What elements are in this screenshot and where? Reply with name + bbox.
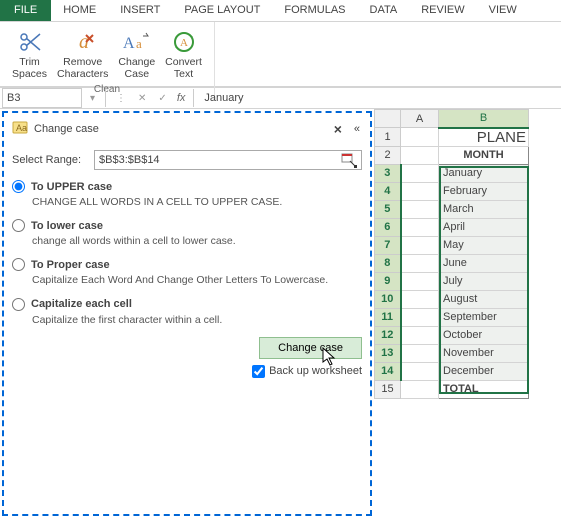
- cell-b13[interactable]: November: [439, 344, 529, 362]
- row-4-header[interactable]: 4: [375, 182, 401, 200]
- remove-characters-label: Remove Characters: [57, 56, 108, 80]
- tab-formulas[interactable]: FORMULAS: [272, 0, 357, 21]
- change-case-pane: Aa Change case × « Select Range: $B$3:$B…: [2, 111, 372, 516]
- change-case-action-button[interactable]: Change case: [259, 337, 362, 359]
- enter-icon[interactable]: ✓: [152, 93, 172, 104]
- worksheet-grid[interactable]: A B 1 PLANE 2 MONTH 3 January 4 February 5 Ma…: [374, 109, 561, 518]
- svg-text:a: a: [79, 31, 89, 53]
- file-tab[interactable]: FILE: [0, 0, 51, 21]
- cell-b6[interactable]: April: [439, 218, 529, 236]
- convert-text-button[interactable]: A Convert Text: [161, 26, 206, 82]
- cell-b1[interactable]: PLANE: [439, 128, 529, 147]
- collapse-icon[interactable]: «: [352, 123, 362, 135]
- namebox-dropdown-icon[interactable]: ▾: [84, 93, 101, 104]
- trim-spaces-label: Trim Spaces: [12, 56, 47, 80]
- range-input[interactable]: $B$3:$B$14: [94, 150, 362, 170]
- tab-page-layout[interactable]: PAGE LAYOUT: [172, 0, 272, 21]
- convert-text-label: Convert Text: [165, 56, 202, 80]
- row-15-header[interactable]: 15: [375, 380, 401, 398]
- svg-text:a: a: [136, 36, 142, 51]
- svg-text:A: A: [180, 37, 188, 49]
- proper-radio[interactable]: [12, 258, 25, 271]
- lower-radio[interactable]: [12, 219, 25, 232]
- range-picker-icon[interactable]: [341, 152, 357, 168]
- pane-icon: Aa: [12, 119, 28, 138]
- row-11-header[interactable]: 11: [375, 308, 401, 326]
- proper-desc: Capitalize Each Word And Change Other Le…: [32, 273, 362, 287]
- row-2-header[interactable]: 2: [375, 146, 401, 164]
- cap-label[interactable]: Capitalize each cell: [31, 298, 132, 310]
- upper-desc: CHANGE ALL WORDS IN A CELL TO UPPER CASE…: [32, 195, 362, 209]
- row-10-header[interactable]: 10: [375, 290, 401, 308]
- tab-review[interactable]: REVIEW: [409, 0, 476, 21]
- change-case-label: Change Case: [118, 56, 155, 80]
- upper-label[interactable]: To UPPER case: [31, 181, 112, 193]
- range-value: $B$3:$B$14: [99, 154, 160, 166]
- row-3-header[interactable]: 3: [375, 164, 401, 182]
- formula-dots-icon: ⋮: [110, 93, 132, 104]
- tab-insert[interactable]: INSERT: [108, 0, 172, 21]
- tab-data[interactable]: DATA: [358, 0, 410, 21]
- cell-b2[interactable]: MONTH: [439, 146, 529, 164]
- svg-text:A: A: [123, 35, 135, 52]
- row-6-header[interactable]: 6: [375, 218, 401, 236]
- cap-desc: Capitalize the first character within a …: [32, 313, 362, 327]
- cell-b11[interactable]: September: [439, 308, 529, 326]
- change-case-button[interactable]: Aa Change Case: [114, 26, 159, 82]
- cell-b5[interactable]: March: [439, 200, 529, 218]
- tab-home[interactable]: HOME: [51, 0, 108, 21]
- cell-b12[interactable]: October: [439, 326, 529, 344]
- cell-b9[interactable]: July: [439, 272, 529, 290]
- pane-title: Change case: [34, 123, 324, 135]
- cell-b4[interactable]: February: [439, 182, 529, 200]
- cancel-icon[interactable]: ✕: [132, 93, 152, 104]
- trim-spaces-button[interactable]: Trim Spaces: [8, 26, 51, 82]
- remove-characters-button[interactable]: a Remove Characters: [53, 26, 112, 82]
- cell-b10[interactable]: August: [439, 290, 529, 308]
- row-12-header[interactable]: 12: [375, 326, 401, 344]
- lower-label[interactable]: To lower case: [31, 220, 103, 232]
- row-5-header[interactable]: 5: [375, 200, 401, 218]
- proper-label[interactable]: To Proper case: [31, 259, 110, 271]
- row-1-header[interactable]: 1: [375, 128, 401, 147]
- col-a-header[interactable]: A: [401, 110, 439, 128]
- cap-radio[interactable]: [12, 298, 25, 311]
- row-7-header[interactable]: 7: [375, 236, 401, 254]
- row-13-header[interactable]: 13: [375, 344, 401, 362]
- scissors-icon: [18, 28, 42, 56]
- ribbon-group-clean: Trim Spaces a Remove Characters Aa Chang…: [0, 22, 215, 97]
- row-9-header[interactable]: 9: [375, 272, 401, 290]
- row-14-header[interactable]: 14: [375, 362, 401, 380]
- lower-desc: change all words within a cell to lower …: [32, 234, 362, 248]
- close-icon[interactable]: ×: [330, 121, 346, 137]
- upper-radio[interactable]: [12, 180, 25, 193]
- cell-b15[interactable]: TOTAL: [439, 380, 529, 398]
- change-case-icon: Aa: [123, 28, 151, 56]
- cell-b8[interactable]: June: [439, 254, 529, 272]
- remove-chars-icon: a: [71, 28, 95, 56]
- cell-b14[interactable]: December: [439, 362, 529, 380]
- fx-icon[interactable]: fx: [173, 92, 190, 104]
- cell-b3[interactable]: January: [439, 164, 529, 182]
- name-box[interactable]: B3: [2, 88, 82, 108]
- select-range-label: Select Range:: [12, 154, 90, 166]
- row-8-header[interactable]: 8: [375, 254, 401, 272]
- cell-b7[interactable]: May: [439, 236, 529, 254]
- convert-text-icon: A: [172, 28, 196, 56]
- backup-label[interactable]: Back up worksheet: [269, 365, 362, 377]
- tab-view[interactable]: VIEW: [477, 0, 529, 21]
- formula-bar-value[interactable]: January: [198, 90, 561, 106]
- backup-checkbox[interactable]: [252, 365, 265, 378]
- col-b-header[interactable]: B: [439, 110, 529, 128]
- svg-text:Aa: Aa: [16, 123, 27, 133]
